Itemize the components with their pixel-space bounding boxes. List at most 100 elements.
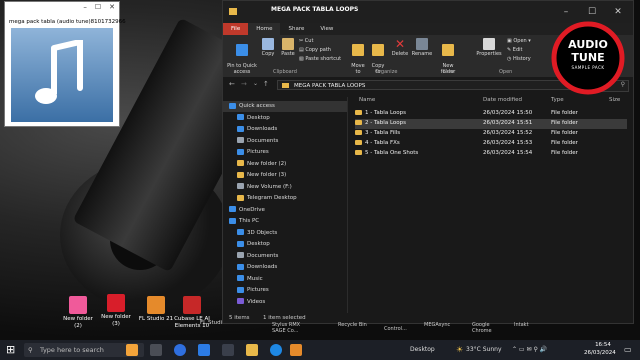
- tab-file[interactable]: File: [223, 23, 249, 35]
- nav-item[interactable]: New folder (3): [223, 170, 347, 181]
- nav-item[interactable]: Desktop: [223, 239, 347, 250]
- maximize-icon[interactable]: ☐: [95, 2, 101, 12]
- move-to-button[interactable]: Move to: [349, 38, 367, 75]
- button-label: Edit: [512, 47, 523, 53]
- windows-start-icon[interactable]: ⊞: [6, 343, 15, 356]
- nav-item[interactable]: Quick access: [223, 101, 347, 112]
- music-icon: [237, 275, 244, 281]
- back-arrow-icon[interactable]: ←: [229, 80, 235, 88]
- nav-item[interactable]: Documents: [223, 251, 347, 262]
- copy-path-button[interactable]: ▤ Copy path: [299, 47, 331, 54]
- file-row[interactable]: 1 - Tabla Loops 26/03/2024 15:50 File fold…: [355, 109, 627, 119]
- nav-item-label: New folder (3): [247, 172, 287, 178]
- file-row[interactable]: 4 - Tabla FXs 26/03/2024 15:53 File folder: [355, 139, 627, 149]
- button-label: Copy: [261, 51, 275, 57]
- nav-item[interactable]: Videos: [223, 297, 347, 308]
- paste-button[interactable]: Paste: [279, 38, 297, 57]
- rename-icon: [416, 38, 428, 50]
- desktop-icon-label: Intakt: [514, 322, 529, 328]
- copy-button[interactable]: Copy: [259, 38, 277, 57]
- nav-item[interactable]: Pictures: [223, 285, 347, 296]
- nav-item-label: Desktop: [247, 241, 270, 247]
- nav-item-label: New Volume (F:): [247, 183, 292, 190]
- desktop-icon-label: Stylus RMX SAGE Co...: [272, 322, 301, 334]
- nav-item[interactable]: Downloads: [223, 124, 347, 135]
- nav-item[interactable]: Desktop: [223, 113, 347, 124]
- desktop-icon-new-folder-3[interactable]: New folder (3): [98, 294, 134, 328]
- file-date: 26/03/2024 15:54: [483, 150, 533, 156]
- tab-view[interactable]: View: [312, 23, 341, 35]
- nav-item[interactable]: New Volume (F:): [223, 182, 347, 193]
- nav-item-label: Documents: [247, 252, 279, 259]
- group-label-clipboard: Clipboard: [273, 69, 297, 75]
- pin-icon: [236, 44, 248, 56]
- nav-item-label: Pictures: [247, 287, 269, 293]
- clock-time[interactable]: 16:54: [588, 342, 618, 348]
- forward-arrow-icon[interactable]: →: [241, 80, 247, 88]
- rename-button[interactable]: Rename: [411, 38, 433, 57]
- notification-icon[interactable]: ▭: [624, 345, 632, 354]
- nav-item[interactable]: 3D Objects: [223, 228, 347, 239]
- folder-icon: [355, 110, 362, 115]
- desktop-icon-label: Google Chrome: [472, 322, 492, 334]
- desktop-icon-cubase[interactable]: Cubase LE AI Elements 10: [174, 296, 210, 330]
- history-button[interactable]: ◷ History: [507, 56, 531, 63]
- nav-item[interactable]: Documents: [223, 136, 347, 147]
- cut-button[interactable]: ✂ Cut: [299, 38, 313, 45]
- fl-studio-icon: [147, 296, 165, 314]
- nav-item[interactable]: Downloads: [223, 262, 347, 273]
- address-field[interactable]: MEGA PACK TABLA LOOPS: [277, 80, 571, 90]
- task-view-icon[interactable]: [150, 344, 162, 356]
- nav-item[interactable]: Music: [223, 274, 347, 285]
- close-icon[interactable]: ✕: [109, 2, 115, 12]
- copy-icon: [262, 38, 274, 50]
- move-to-icon: [352, 44, 364, 56]
- column-date-modified[interactable]: Date modified: [483, 97, 522, 103]
- paint-icon[interactable]: [126, 344, 138, 356]
- app-icon[interactable]: [290, 344, 302, 356]
- folder-icon: [237, 194, 244, 201]
- nav-item[interactable]: New folder (2): [223, 159, 347, 170]
- system-tray-icons[interactable]: ⌃ ▭ ✉ ⚲ 🔊: [512, 346, 547, 353]
- file-row[interactable]: 5 - Tabla One Shots 26/03/2024 15:54 File …: [355, 149, 627, 159]
- desktop-icon-fl-studio-21[interactable]: FL Studio 21: [138, 296, 174, 323]
- nav-item-label: OneDrive: [239, 206, 265, 213]
- minimize-icon[interactable]: –: [83, 2, 87, 12]
- file-explorer-icon[interactable]: [246, 344, 258, 356]
- clock-date[interactable]: 26/03/2024: [584, 350, 616, 356]
- weather-text[interactable]: 33°C Sunny: [466, 346, 502, 353]
- desktop-toolbar-label[interactable]: Desktop: [410, 346, 435, 353]
- nav-item[interactable]: Pictures: [223, 147, 347, 158]
- tab-home[interactable]: Home: [248, 23, 281, 35]
- up-arrow-icon[interactable]: ↑: [263, 80, 269, 88]
- properties-button[interactable]: Properties: [475, 38, 503, 57]
- media-player-window[interactable]: – ☐ ✕ mega pack tabla (audio tune)810173…: [4, 1, 126, 127]
- file-date: 26/03/2024 15:50: [483, 110, 533, 116]
- mail-icon[interactable]: [198, 344, 210, 356]
- nav-item-label: Downloads: [247, 264, 278, 270]
- cloud-icon: [229, 206, 236, 212]
- nav-item[interactable]: Telegram Desktop: [223, 193, 347, 204]
- chrome-icon[interactable]: [270, 344, 282, 356]
- nav-item[interactable]: This PC: [223, 216, 347, 227]
- delete-button[interactable]: ✕ Delete: [389, 38, 411, 57]
- store-icon[interactable]: [222, 344, 234, 356]
- paste-shortcut-button[interactable]: ▧ Paste shortcut: [299, 56, 341, 63]
- nav-item[interactable]: OneDrive: [223, 205, 347, 216]
- desktop-icon-new-folder-2[interactable]: New folder (2): [60, 296, 96, 330]
- tab-share[interactable]: Share: [280, 23, 312, 35]
- file-row[interactable]: 3 - Tabla Fills 26/03/2024 15:52 File fold…: [355, 129, 627, 139]
- document-icon: [237, 137, 244, 143]
- recent-locations-icon[interactable]: ⌄: [253, 80, 258, 87]
- edge-icon[interactable]: [174, 344, 186, 356]
- edit-button[interactable]: ✎ Edit: [507, 47, 522, 54]
- open-button[interactable]: ▣ Open ▾: [507, 38, 531, 45]
- pin-quick-access-button[interactable]: Pin to Quick access: [227, 38, 257, 75]
- nav-item-label: Telegram Desktop: [247, 195, 297, 201]
- column-name[interactable]: Name: [359, 97, 375, 103]
- download-icon: [237, 125, 244, 132]
- star-icon: [229, 102, 236, 109]
- cubase-icon: [183, 296, 201, 314]
- file-row[interactable]: 2 - Tabla Loops 26/03/2024 15:51 File fold…: [355, 119, 627, 129]
- desktop-icon-label: Control...: [384, 326, 407, 332]
